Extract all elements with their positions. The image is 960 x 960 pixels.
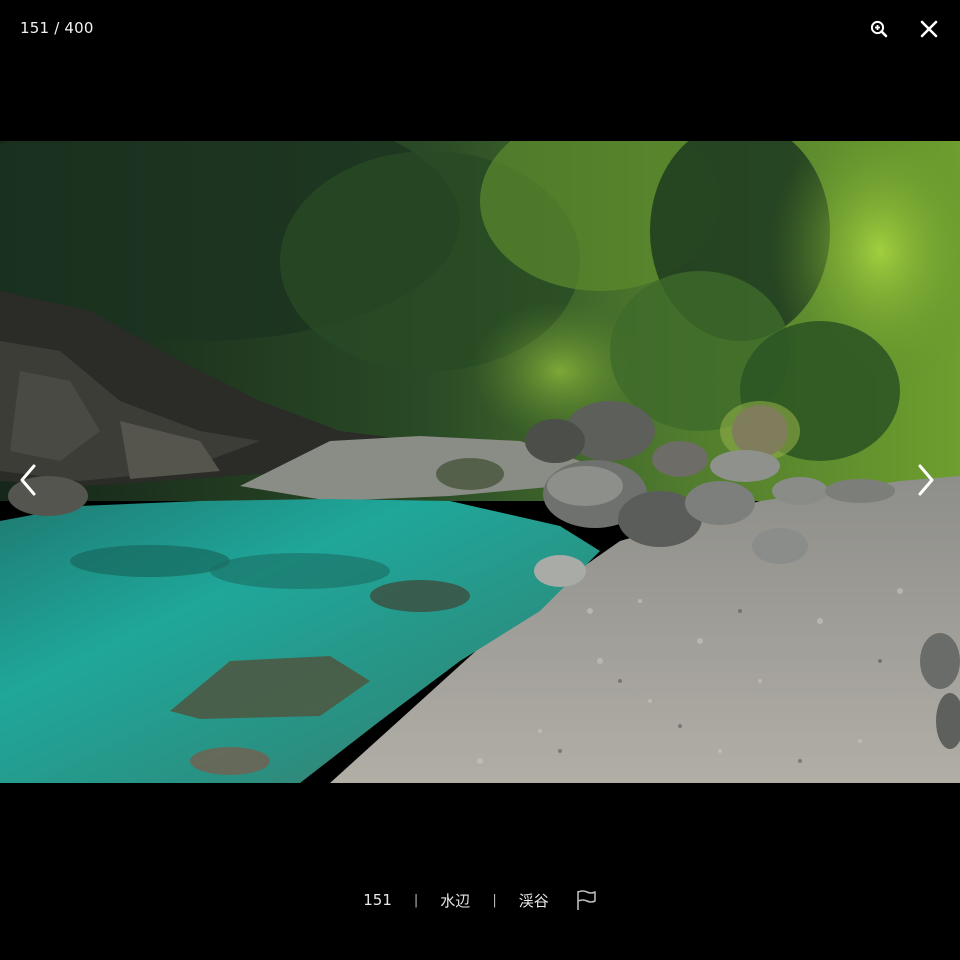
- close-button[interactable]: [914, 14, 944, 44]
- flag-icon: [576, 890, 596, 910]
- image-viewer: 151 / 400 151 | 水辺 | 渓谷: [0, 0, 960, 960]
- close-icon: [920, 20, 938, 38]
- tag-link-waterside[interactable]: 水辺: [440, 890, 470, 911]
- next-image-button[interactable]: [906, 460, 946, 500]
- image-number: 151: [363, 891, 392, 909]
- previous-image-button[interactable]: [8, 460, 48, 500]
- image-caption: 151 | 水辺 | 渓谷: [0, 884, 960, 916]
- chevron-left-icon: [20, 464, 36, 496]
- zoom-button[interactable]: [864, 14, 894, 44]
- caption-separator: |: [492, 892, 497, 908]
- river-gorge-photo: [0, 141, 960, 783]
- tag-link-gorge[interactable]: 渓谷: [519, 890, 549, 911]
- image-counter: 151 / 400: [20, 19, 94, 37]
- caption-separator: |: [413, 892, 419, 908]
- zoom-in-icon: [870, 20, 888, 38]
- report-flag-button[interactable]: [575, 889, 597, 911]
- chevron-right-icon: [918, 464, 934, 496]
